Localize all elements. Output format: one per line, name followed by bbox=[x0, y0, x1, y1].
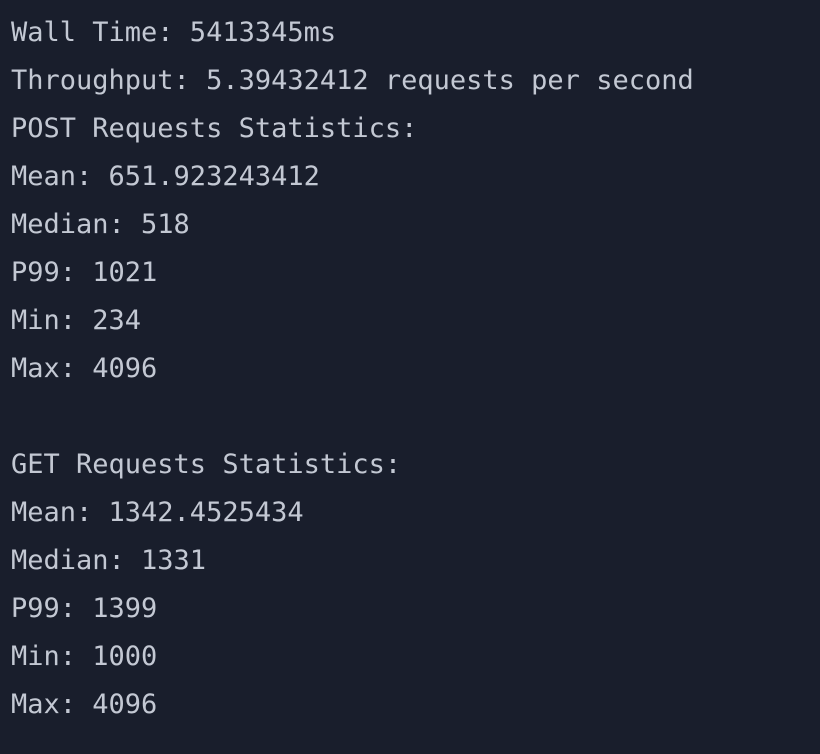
terminal-output: Wall Time: 5413345ms Throughput: 5.39432… bbox=[0, 0, 820, 754]
get-mean-line: Mean: 1342.4525434 bbox=[11, 497, 304, 528]
post-max-line: Max: 4096 bbox=[11, 353, 158, 384]
throughput-line: Throughput: 5.39432412 requests per seco… bbox=[11, 65, 694, 96]
post-p99-line: P99: 1021 bbox=[11, 257, 158, 288]
get-min-line: Min: 1000 bbox=[11, 641, 158, 672]
post-stats-heading: POST Requests Statistics: bbox=[11, 113, 418, 144]
get-p99-line: P99: 1399 bbox=[11, 593, 158, 624]
post-median-line: Median: 518 bbox=[11, 209, 190, 240]
wall-time-line: Wall Time: 5413345ms bbox=[11, 17, 337, 48]
get-stats-heading: GET Requests Statistics: bbox=[11, 449, 402, 480]
post-min-line: Min: 234 bbox=[11, 305, 142, 336]
get-median-line: Median: 1331 bbox=[11, 545, 207, 576]
get-max-line: Max: 4096 bbox=[11, 689, 158, 720]
post-mean-line: Mean: 651.923243412 bbox=[11, 161, 320, 192]
